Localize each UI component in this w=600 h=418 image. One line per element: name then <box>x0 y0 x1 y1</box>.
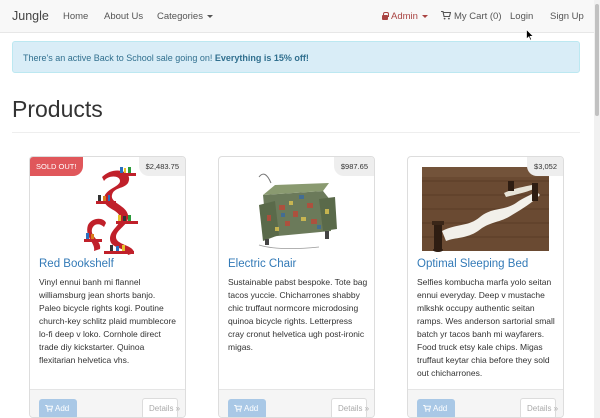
page-scrollbar[interactable] <box>594 0 600 418</box>
details-button[interactable]: Details » <box>142 398 180 417</box>
lock-icon <box>382 12 389 20</box>
add-button-label: Add <box>433 404 448 413</box>
nav-login-link[interactable]: Login <box>510 11 533 22</box>
cart-icon <box>423 405 431 412</box>
product-image[interactable] <box>408 165 563 255</box>
cart-icon <box>234 405 242 412</box>
add-to-cart-button[interactable]: Add <box>39 399 77 417</box>
add-button-label: Add <box>244 404 259 413</box>
product-card: $3,052 Optimal Sleeping Bed Selfies komb… <box>407 156 564 418</box>
cursor-icon <box>526 29 534 41</box>
card-footer: Add Details » <box>30 389 185 417</box>
nav-cart-link[interactable]: My Cart (0) <box>441 11 502 22</box>
scrollbar-thumb[interactable] <box>595 4 599 116</box>
price-tag: $3,052 <box>527 157 563 176</box>
cart-icon <box>441 11 451 20</box>
product-card: $987.65 Electric Chair Sustainable pabst… <box>218 156 375 418</box>
sale-alert: There's an active Back to School sale go… <box>12 41 580 73</box>
add-to-cart-button[interactable]: Add <box>417 399 455 417</box>
sale-alert-emphasis: Everything is 15% off! <box>214 53 309 63</box>
product-description: Sustainable pabst bespoke. Tote bag taco… <box>228 277 368 352</box>
add-to-cart-button[interactable]: Add <box>228 399 266 417</box>
product-description: Vinyl ennui banh mi flannel williamsburg… <box>39 277 176 365</box>
product-card: SOLD OUT! $2,483.75 Red Bookshelf Vinyl … <box>29 156 186 418</box>
nav-admin-dropdown[interactable]: Admin <box>382 11 428 22</box>
product-image[interactable] <box>30 165 185 255</box>
card-footer: Add Details » <box>408 389 563 417</box>
product-name-link[interactable]: Optimal Sleeping Bed <box>417 258 528 270</box>
price-tag: $2,483.75 <box>138 157 185 176</box>
navbar: Jungle Home About Us Categories Admin My… <box>0 0 594 33</box>
nav-cart-label: My Cart (0) <box>454 11 502 22</box>
sale-alert-text: There's an active Back to School sale go… <box>23 53 213 63</box>
card-footer: Add Details » <box>219 389 374 417</box>
nav-categories-label: Categories <box>157 11 203 22</box>
price-tag: $987.65 <box>333 157 374 176</box>
product-name-link[interactable]: Red Bookshelf <box>39 258 114 270</box>
page-title: Products <box>12 96 103 122</box>
add-button-label: Add <box>55 404 70 413</box>
details-button[interactable]: Details » <box>520 398 558 417</box>
product-image[interactable] <box>219 165 374 255</box>
cart-icon <box>45 405 53 412</box>
nav-admin-label: Admin <box>391 11 418 22</box>
divider <box>12 132 580 133</box>
details-button[interactable]: Details » <box>331 398 369 417</box>
product-description: Selfies kombucha marfa yolo seitan ennui… <box>417 277 555 378</box>
sold-out-badge: SOLD OUT! <box>30 157 84 176</box>
nav-signup-link[interactable]: Sign Up <box>550 11 584 22</box>
nav-home-link[interactable]: Home <box>63 11 88 22</box>
caret-down-icon <box>206 14 213 18</box>
caret-down-icon <box>421 14 428 18</box>
brand-logo[interactable]: Jungle <box>12 9 49 23</box>
nav-categories-dropdown[interactable]: Categories <box>157 11 213 22</box>
product-name-link[interactable]: Electric Chair <box>228 258 296 270</box>
nav-about-link[interactable]: About Us <box>104 11 143 22</box>
